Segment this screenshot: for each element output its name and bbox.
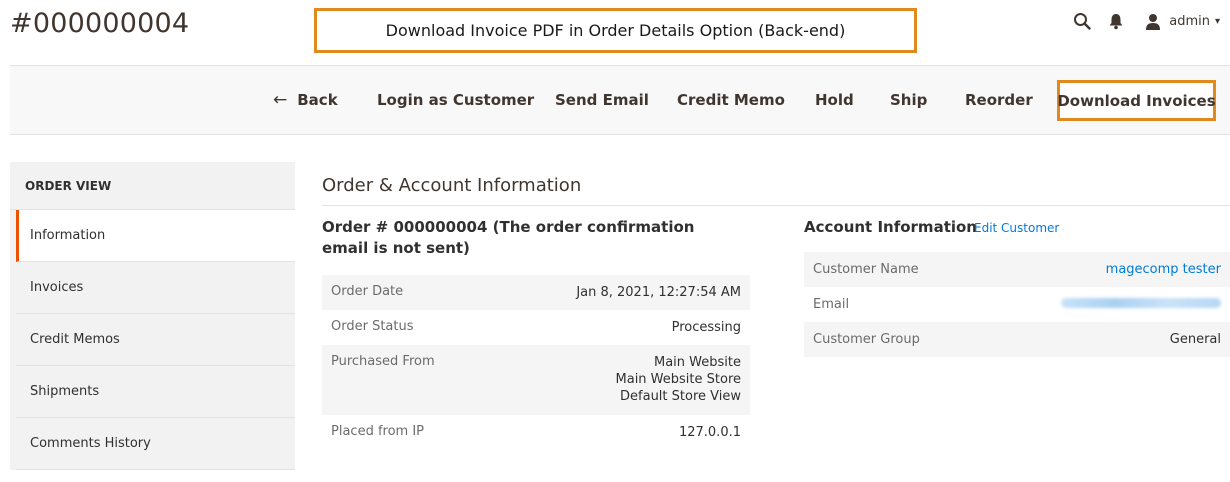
admin-user-menu[interactable]: admin ▾	[1145, 13, 1220, 30]
row-value: 127.0.0.1	[678, 425, 741, 440]
order-heading: Order # 000000004 (The order confirmatio…	[322, 218, 695, 257]
sidebar-item-information[interactable]: Information	[16, 210, 295, 262]
edit-customer-link[interactable]: Edit Customer	[974, 221, 1059, 235]
table-row: Order Status Processing	[322, 310, 750, 345]
admin-username: admin	[1169, 13, 1210, 29]
row-value: Main Website Main Website Store Default …	[616, 354, 741, 405]
section-divider	[322, 205, 1230, 206]
table-row: Purchased From Main Website Main Website…	[322, 345, 750, 415]
row-value: General	[1169, 332, 1221, 347]
purchased-from-line: Main Website Store	[615, 372, 741, 387]
sidebar-heading: ORDER VIEW	[10, 162, 295, 210]
table-row: Order Date Jan 8, 2021, 12:27:54 AM	[322, 275, 750, 310]
page-actions-bar: ← Back Login as Customer Send Email Cred…	[10, 65, 1230, 135]
row-label: Placed from IP	[331, 424, 425, 439]
table-row: Customer Group General	[804, 322, 1230, 357]
order-info-table: Order Date Jan 8, 2021, 12:27:54 AM Orde…	[322, 275, 750, 450]
sidebar-item-invoices[interactable]: Invoices	[16, 262, 295, 314]
sidebar-tabs: Information Invoices Credit Memos Shipme…	[10, 210, 295, 470]
account-info-table: Customer Name magecomp tester Email Cust…	[804, 252, 1230, 357]
row-label: Purchased From	[331, 354, 435, 369]
row-label: Order Date	[331, 284, 404, 299]
table-row: Placed from IP 127.0.0.1	[322, 415, 750, 450]
callout-text: Download Invoice PDF in Order Details Op…	[385, 21, 846, 40]
section-title: Order & Account Information	[322, 175, 582, 196]
account-info-heading: Account Information	[804, 218, 977, 236]
row-label: Customer Name	[813, 262, 919, 277]
row-label: Email	[813, 297, 850, 312]
purchased-from-line: Main Website	[654, 355, 741, 370]
user-icon	[1145, 13, 1161, 30]
header-actions: admin ▾	[1065, 8, 1220, 34]
row-value: Jan 8, 2021, 12:27:54 AM	[576, 285, 741, 300]
send-email-button[interactable]: Send Email	[555, 66, 649, 134]
sidebar-item-credit-memos[interactable]: Credit Memos	[16, 314, 295, 366]
row-value: Processing	[671, 320, 741, 335]
customer-email-link[interactable]	[1061, 296, 1221, 313]
sidebar-item-comments-history[interactable]: Comments History	[16, 418, 295, 470]
ship-button[interactable]: Ship	[890, 66, 927, 134]
reorder-button[interactable]: Reorder	[965, 66, 1033, 134]
customer-name-link[interactable]: magecomp tester	[1106, 261, 1221, 278]
row-label: Order Status	[331, 319, 414, 334]
chevron-down-icon: ▾	[1214, 15, 1220, 27]
hold-button[interactable]: Hold	[815, 66, 854, 134]
arrow-left-icon: ←	[273, 90, 288, 110]
credit-memo-button[interactable]: Credit Memo	[677, 66, 785, 134]
order-view-sidebar: ORDER VIEW Information Invoices Credit M…	[10, 162, 295, 482]
purchased-from-line: Default Store View	[620, 389, 741, 404]
sidebar-item-shipments[interactable]: Shipments	[16, 366, 295, 418]
table-row: Customer Name magecomp tester	[804, 252, 1230, 287]
blurred-email	[1061, 298, 1221, 308]
bell-icon[interactable]	[1099, 8, 1133, 34]
search-icon[interactable]	[1065, 8, 1099, 34]
login-as-customer-button[interactable]: Login as Customer	[377, 66, 534, 134]
row-label: Customer Group	[813, 332, 920, 347]
table-row: Email	[804, 287, 1230, 322]
back-button[interactable]: ← Back	[273, 66, 338, 134]
callout-banner: Download Invoice PDF in Order Details Op…	[314, 8, 917, 53]
page-title: #000000004	[10, 8, 190, 39]
download-invoices-button[interactable]: Download Invoices	[1057, 80, 1216, 121]
back-button-label: Back	[297, 91, 338, 109]
